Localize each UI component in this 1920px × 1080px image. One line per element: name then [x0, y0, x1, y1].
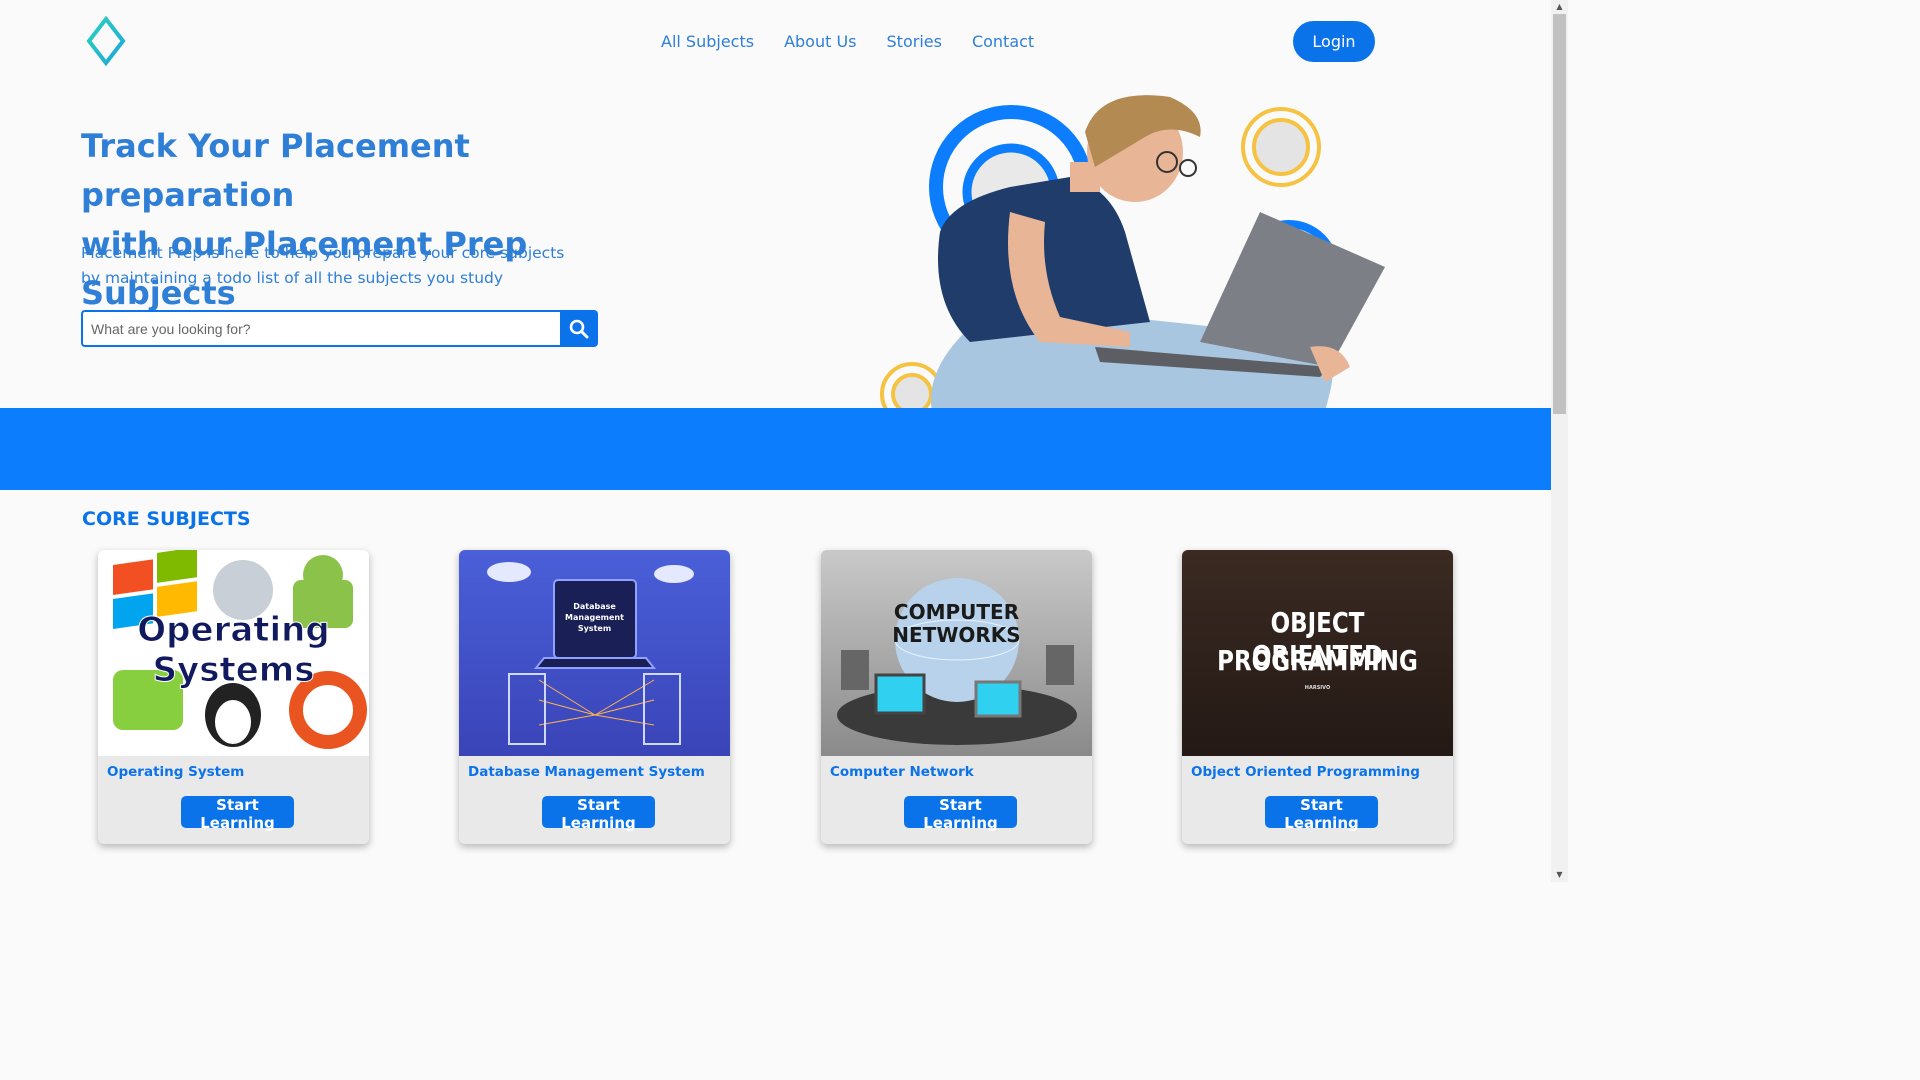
- scroll-down-icon[interactable]: ▼: [1551, 868, 1568, 882]
- subject-card-cn[interactable]: COMPUTER NETWORKS Computer Network Start…: [821, 550, 1092, 844]
- start-learning-button-os[interactable]: Start Learning: [181, 796, 294, 832]
- start-learning-button-dbms[interactable]: Start Learning: [542, 796, 655, 832]
- scroll-up-icon[interactable]: ▲: [1551, 0, 1568, 14]
- start-learning-button-oop[interactable]: Start Learning: [1265, 796, 1378, 832]
- subject-name: Database Management System: [468, 764, 705, 780]
- nav-contact[interactable]: Contact: [972, 32, 1034, 51]
- oop-thumb-line2: PROGRAMMING: [1217, 644, 1418, 677]
- os-thumb-line1: Operating: [137, 610, 330, 651]
- logo-diamond-icon[interactable]: [86, 16, 126, 66]
- dbms-thumb-line3: System: [577, 624, 612, 633]
- cn-thumb-line2: NETWORKS: [892, 623, 1021, 647]
- hero-sub-line1: Placement Prep is here to help you prepa…: [81, 244, 565, 262]
- hero-illustration: [880, 95, 1385, 426]
- dbms-thumbnail: Database Management System: [459, 550, 730, 756]
- cn-thumb-line1: COMPUTER: [893, 600, 1020, 624]
- globe-network-icon: [837, 578, 1077, 745]
- hero-sub-line2: by maintaining a todo list of all the su…: [81, 268, 504, 287]
- login-button[interactable]: Login: [1293, 21, 1375, 62]
- page-scrollbar[interactable]: ▲ ▼: [1551, 0, 1568, 882]
- search-icon: [569, 319, 589, 338]
- subject-name: Computer Network: [830, 764, 974, 780]
- subject-card-dbms[interactable]: Database Management System Database Mana…: [459, 550, 730, 844]
- hero-title-line1: Track Your Placement preparation: [81, 127, 470, 214]
- nav-about-us[interactable]: About Us: [784, 32, 856, 51]
- oop-thumbnail: OBJECT ORIENTED PROGRAMMING HARSIVO: [1182, 550, 1453, 756]
- hero-subtitle: Placement Prep is here to help you prepa…: [81, 241, 581, 290]
- subject-name: Object Oriented Programming: [1191, 764, 1420, 780]
- scroll-thumb[interactable]: [1553, 14, 1566, 414]
- os-thumbnail: Operating Systems: [98, 550, 369, 756]
- cn-thumbnail: COMPUTER NETWORKS: [821, 550, 1092, 756]
- main-nav: All Subjects About Us Stories Contact: [661, 32, 1034, 51]
- oop-thumb-brand: HARSIVO: [1304, 685, 1331, 691]
- subject-name: Operating System: [107, 764, 245, 780]
- nav-all-subjects[interactable]: All Subjects: [661, 32, 754, 51]
- start-learning-button-cn[interactable]: Start Learning: [904, 796, 1017, 832]
- search-bar: [81, 310, 598, 347]
- search-button[interactable]: [560, 310, 598, 347]
- subject-card-oop[interactable]: OBJECT ORIENTED PROGRAMMING HARSIVO Obje…: [1182, 550, 1453, 844]
- dbms-thumb-line1: Database: [573, 602, 616, 611]
- database-server-icon: [487, 562, 694, 745]
- os-thumb-line2: Systems: [152, 650, 315, 691]
- subject-card-os[interactable]: Operating Systems Operating System Start…: [98, 550, 369, 844]
- dbms-thumb-line2: Management: [565, 613, 624, 622]
- hero-band: [0, 408, 1551, 490]
- nav-stories[interactable]: Stories: [887, 32, 942, 51]
- search-input[interactable]: [81, 310, 560, 347]
- section-title: CORE SUBJECTS: [82, 508, 251, 530]
